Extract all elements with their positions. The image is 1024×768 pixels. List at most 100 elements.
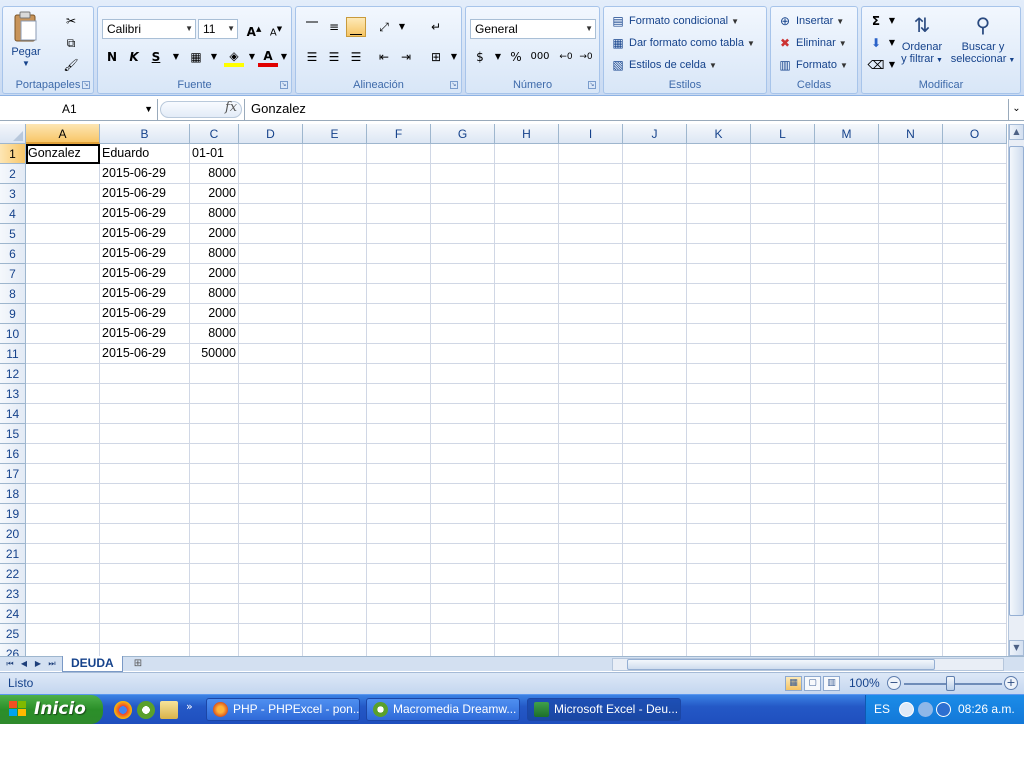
cell-a24[interactable] (26, 604, 100, 624)
cell-g24[interactable] (431, 604, 495, 624)
cell-b22[interactable] (100, 564, 190, 584)
cell-l10[interactable] (751, 324, 815, 344)
cell-i14[interactable] (559, 404, 623, 424)
format-button[interactable]: ▥ Formato ▼ (777, 57, 848, 73)
orientation-icon[interactable]: ⤢ (374, 17, 394, 37)
cell-c23[interactable] (190, 584, 239, 604)
cell-m25[interactable] (815, 624, 879, 644)
cell-d13[interactable] (239, 384, 303, 404)
cell-k3[interactable] (687, 184, 751, 204)
cell-k1[interactable] (687, 144, 751, 164)
cell-d19[interactable] (239, 504, 303, 524)
cell-m13[interactable] (815, 384, 879, 404)
chevron-down-icon[interactable]: ▼ (166, 47, 186, 67)
cell-a26[interactable] (26, 644, 100, 656)
cell-f17[interactable] (367, 464, 431, 484)
cell-i3[interactable] (559, 184, 623, 204)
cell-a10[interactable] (26, 324, 100, 344)
cell-l21[interactable] (751, 544, 815, 564)
insert-sheet-icon[interactable]: ⊞ (126, 657, 150, 671)
percent-button[interactable]: % (506, 47, 526, 67)
cell-m16[interactable] (815, 444, 879, 464)
column-header-d[interactable]: D (239, 124, 303, 144)
cell-a19[interactable] (26, 504, 100, 524)
cell-a14[interactable] (26, 404, 100, 424)
row-header-3[interactable]: 3 (0, 184, 26, 204)
cell-m23[interactable] (815, 584, 879, 604)
cell-d4[interactable] (239, 204, 303, 224)
chevron-down-icon[interactable]: ▼ (144, 99, 153, 119)
cell-k15[interactable] (687, 424, 751, 444)
cell-d6[interactable] (239, 244, 303, 264)
cell-a5[interactable] (26, 224, 100, 244)
dreamweaver-icon[interactable] (137, 701, 155, 719)
cell-g11[interactable] (431, 344, 495, 364)
cell-l17[interactable] (751, 464, 815, 484)
tray-arrow-icon[interactable] (899, 702, 914, 717)
cell-n20[interactable] (879, 524, 943, 544)
cell-e2[interactable] (303, 164, 367, 184)
cell-m11[interactable] (815, 344, 879, 364)
insert-button[interactable]: ⊕ Insertar ▼ (777, 13, 844, 29)
sort-filter-button[interactable]: ⇅ Ordenar y filtrar ▼ (898, 11, 946, 67)
cell-c25[interactable] (190, 624, 239, 644)
cell-j15[interactable] (623, 424, 687, 444)
cell-styles-button[interactable]: ▧ Estilos de celda ▼ (610, 57, 717, 73)
cell-g15[interactable] (431, 424, 495, 444)
vertical-scrollbar[interactable]: ▲ ▼ (1008, 124, 1024, 656)
cell-g7[interactable] (431, 264, 495, 284)
row-header-19[interactable]: 19 (0, 504, 26, 524)
cell-e1[interactable] (303, 144, 367, 164)
thousands-button[interactable]: 000 (528, 47, 552, 67)
cell-h3[interactable] (495, 184, 559, 204)
grow-font-icon[interactable]: A▲ (244, 19, 264, 39)
row-header-25[interactable]: 25 (0, 624, 26, 644)
cell-a25[interactable] (26, 624, 100, 644)
taskbar-item-excel[interactable]: Microsoft Excel - Deu... (527, 698, 681, 721)
cell-i12[interactable] (559, 364, 623, 384)
cell-l15[interactable] (751, 424, 815, 444)
cell-b19[interactable] (100, 504, 190, 524)
cell-j10[interactable] (623, 324, 687, 344)
cell-k25[interactable] (687, 624, 751, 644)
cell-j23[interactable] (623, 584, 687, 604)
cell-d20[interactable] (239, 524, 303, 544)
cell-l23[interactable] (751, 584, 815, 604)
cell-m26[interactable] (815, 644, 879, 656)
align-bottom-icon[interactable]: ⎽ (346, 17, 366, 37)
cell-b25[interactable] (100, 624, 190, 644)
font-size-select[interactable]: 11 ▼ (198, 19, 238, 39)
cell-e19[interactable] (303, 504, 367, 524)
cell-l24[interactable] (751, 604, 815, 624)
cell-e25[interactable] (303, 624, 367, 644)
cell-d25[interactable] (239, 624, 303, 644)
column-header-f[interactable]: F (367, 124, 431, 144)
cell-c22[interactable] (190, 564, 239, 584)
cell-d7[interactable] (239, 264, 303, 284)
cell-m17[interactable] (815, 464, 879, 484)
cell-c7[interactable]: 2000 (190, 264, 239, 284)
cell-h2[interactable] (495, 164, 559, 184)
cell-h18[interactable] (495, 484, 559, 504)
cell-b11[interactable]: 2015-06-29 (100, 344, 190, 364)
merge-center-icon[interactable]: ⊞ (426, 47, 446, 67)
cell-j24[interactable] (623, 604, 687, 624)
cell-i13[interactable] (559, 384, 623, 404)
cell-c13[interactable] (190, 384, 239, 404)
row-header-22[interactable]: 22 (0, 564, 26, 584)
cell-h5[interactable] (495, 224, 559, 244)
cell-k11[interactable] (687, 344, 751, 364)
cell-o25[interactable] (943, 624, 1007, 644)
cell-g23[interactable] (431, 584, 495, 604)
horizontal-scrollbar[interactable] (612, 658, 1004, 671)
cell-n19[interactable] (879, 504, 943, 524)
cell-m7[interactable] (815, 264, 879, 284)
cell-f12[interactable] (367, 364, 431, 384)
cell-b13[interactable] (100, 384, 190, 404)
cell-e4[interactable] (303, 204, 367, 224)
cell-o18[interactable] (943, 484, 1007, 504)
cell-n26[interactable] (879, 644, 943, 656)
cell-n4[interactable] (879, 204, 943, 224)
info-icon[interactable] (936, 702, 951, 717)
underline-button[interactable]: S (146, 47, 166, 67)
